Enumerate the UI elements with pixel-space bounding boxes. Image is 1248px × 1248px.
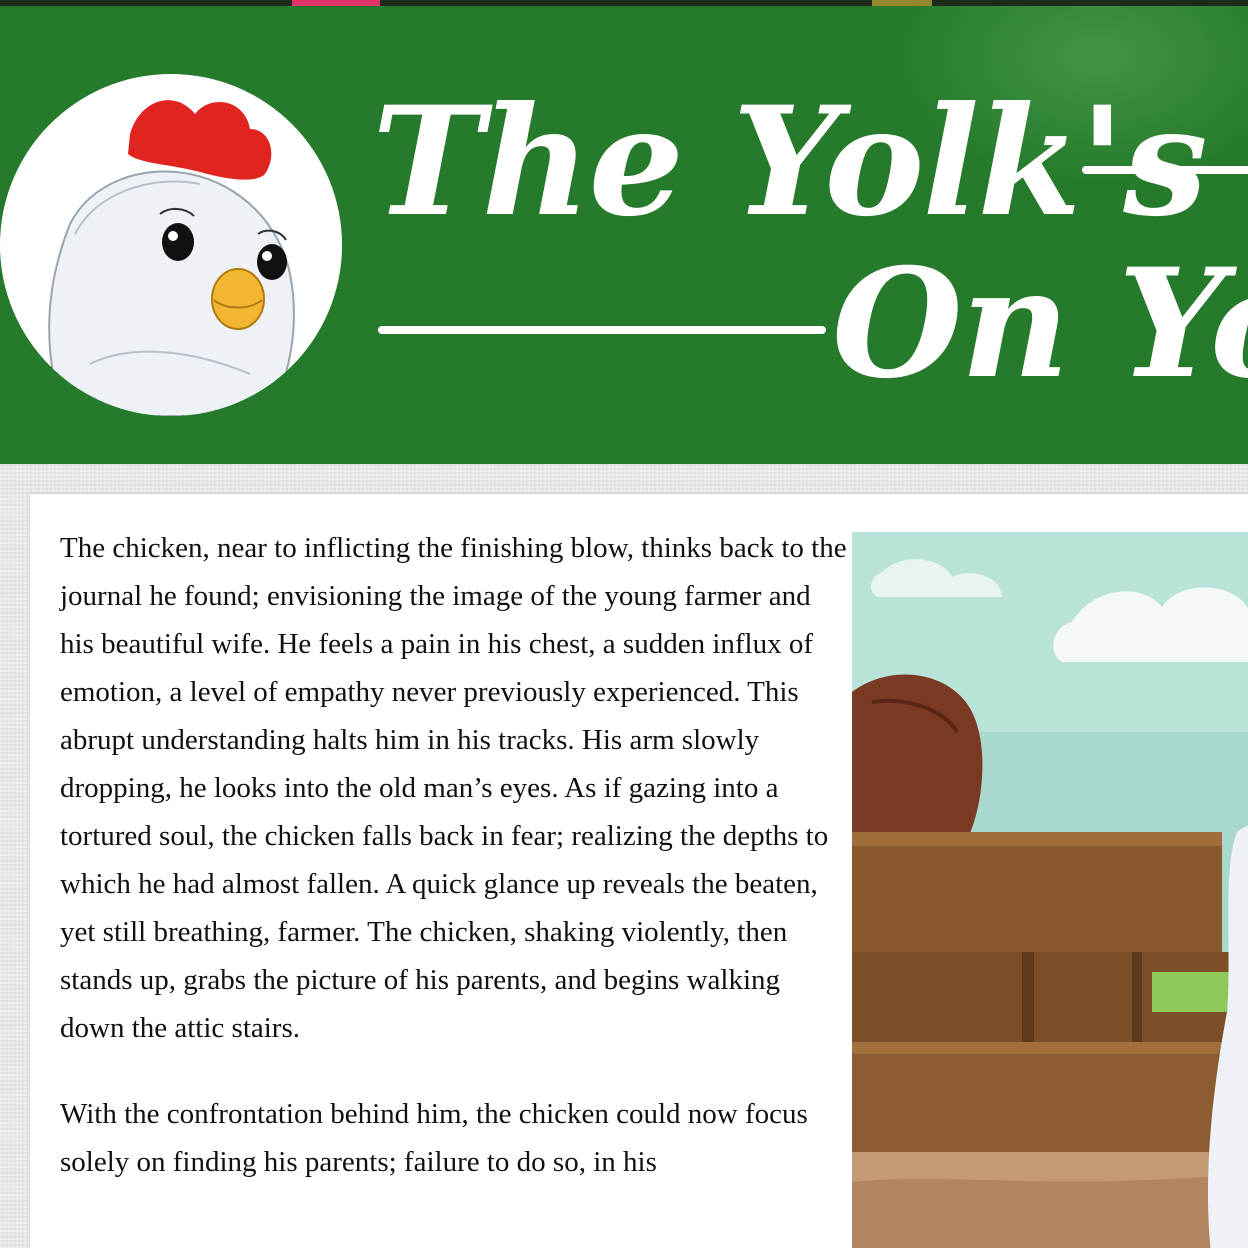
chicken-mascot-svg [0,74,342,416]
site-title-line-2: On Yo [832,236,1248,412]
site-header: The Yolk's On Yo [0,6,1248,464]
title-rule-bottom [378,326,826,334]
article-paragraph: The chicken, near to inflicting the fini… [60,532,847,1044]
content-panel: The chicken, near to inflicting the fini… [30,494,1248,1248]
article-paragraph: With the confrontation behind him, the c… [60,1098,808,1178]
title-rule-top [1082,166,1248,174]
chicken-logo-icon[interactable] [0,74,342,416]
story-illustration-image [852,532,1248,1248]
article-body: The chicken, near to inflicting the fini… [60,524,850,1224]
site-title-line-1: The Yolk's [372,74,1208,250]
farm-scene-svg [852,532,1248,1248]
